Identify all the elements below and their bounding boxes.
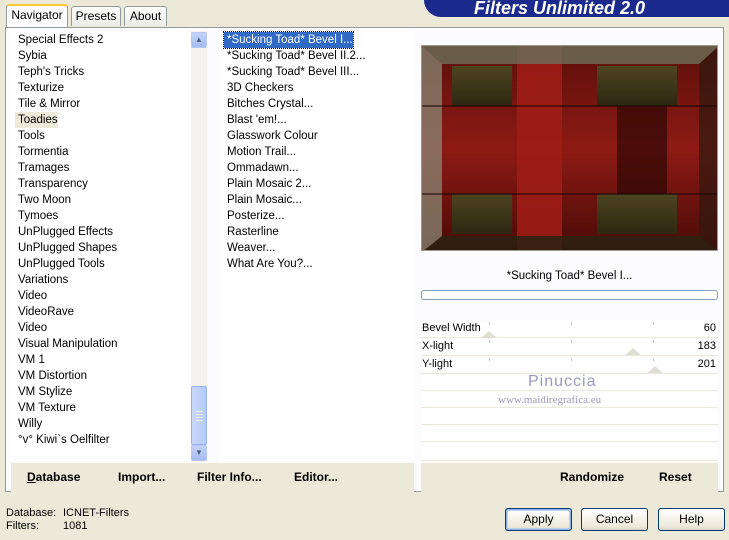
preview-image [421, 45, 718, 251]
param-value: 183 [697, 340, 716, 352]
app-title-banner: Filters Unlimited 2.0 [424, 0, 729, 17]
category-item[interactable]: Texturize [15, 80, 64, 96]
category-list[interactable]: Special Effects 2 Sybia Teph's Tricks Textu… [11, 31, 191, 462]
tab-presets[interactable]: Presets [71, 6, 121, 26]
param-label: Bevel Width [422, 322, 481, 334]
scroll-down-button[interactable]: ▼ [191, 445, 207, 461]
param-value: 201 [697, 358, 716, 370]
filter-item[interactable]: *Sucking Toad* Bevel II.2... [224, 48, 366, 64]
category-item[interactable]: UnPlugged Effects [15, 224, 113, 240]
app-title: Filters Unlimited 2.0 [474, 0, 646, 17]
filter-item[interactable]: Posterize... [224, 208, 285, 224]
slider-knob[interactable] [481, 331, 497, 338]
param-x-light[interactable]: X-light 183 [421, 339, 718, 356]
category-item[interactable]: Video [15, 288, 47, 304]
slider-tick [489, 322, 490, 325]
param-bevel-width[interactable]: Bevel Width 60 [421, 321, 718, 338]
category-item[interactable]: Special Effects 2 [15, 32, 103, 48]
filter-item[interactable]: Rasterline [224, 224, 279, 240]
param-row-empty [421, 426, 718, 442]
filter-item[interactable]: 3D Checkers [224, 80, 293, 96]
category-item[interactable]: Two Moon [15, 192, 71, 208]
category-item[interactable]: Transparency [15, 176, 88, 192]
editor-button[interactable]: Editor... [294, 470, 338, 484]
param-row-empty [421, 443, 718, 461]
slider-knob[interactable] [647, 366, 663, 373]
category-item[interactable]: VM Texture [15, 400, 76, 416]
help-button[interactable]: Help [658, 508, 725, 531]
left-button-bar: Database Import... Filter Info... Editor… [11, 463, 414, 492]
category-item[interactable]: Tormentia [15, 144, 69, 160]
param-label: X-light [422, 340, 454, 352]
preview-filter-name: *Sucking Toad* Bevel I... [506, 270, 633, 282]
slider-knob[interactable] [625, 348, 641, 355]
param-label: Y-light [422, 358, 453, 370]
slider-tick [489, 340, 490, 343]
filter-item[interactable]: *Sucking Toad* Bevel III... [224, 64, 359, 80]
watermark-name: Pinuccia [528, 373, 597, 390]
slider-tick [489, 358, 490, 361]
category-item[interactable]: Variations [15, 272, 68, 288]
category-item[interactable]: Sybia [15, 48, 47, 64]
category-item[interactable]: Willy [15, 416, 42, 432]
param-row-empty [421, 409, 718, 425]
scroll-up-button[interactable]: ▲ [191, 32, 207, 48]
filter-item[interactable]: Glasswork Colour [224, 128, 318, 144]
filter-item[interactable]: Plain Mosaic 2... [224, 176, 311, 192]
category-item[interactable]: VM 1 [15, 352, 45, 368]
reset-button[interactable]: Reset [659, 470, 692, 484]
param-y-light[interactable]: Y-light 201 [421, 357, 718, 374]
triangle-down-icon: ▼ [195, 448, 203, 457]
category-item[interactable]: Tools [15, 128, 45, 144]
filter-info-button[interactable]: Filter Info... [197, 470, 262, 484]
category-item[interactable]: Video [15, 320, 47, 336]
slider-tick [571, 358, 572, 361]
filter-item[interactable]: Plain Mosaic... [224, 192, 302, 208]
category-item[interactable]: VM Stylize [15, 384, 72, 400]
category-item[interactable]: VM Distortion [15, 368, 87, 384]
apply-button[interactable]: Apply [505, 508, 572, 531]
tab-about[interactable]: About [124, 6, 167, 26]
category-item[interactable]: Tramages [15, 160, 69, 176]
filter-item[interactable]: Bitches Crystal... [224, 96, 313, 112]
filter-item[interactable]: Ommadawn... [224, 160, 299, 176]
import-button[interactable]: Import... [118, 470, 165, 484]
tab-navigator[interactable]: Navigator [6, 4, 68, 27]
filter-item[interactable]: *Sucking Toad* Bevel I... [223, 31, 354, 49]
category-item[interactable]: Visual Manipulation [15, 336, 118, 352]
filter-item[interactable]: Motion Trail... [224, 144, 296, 160]
cancel-button[interactable]: Cancel [581, 508, 648, 531]
slider-tick [653, 358, 654, 361]
category-item[interactable]: °v° Kiwi`s Oelfilter [15, 432, 110, 448]
category-item[interactable]: Tile & Mirror [15, 96, 80, 112]
slider-tick [653, 322, 654, 325]
category-item[interactable]: UnPlugged Shapes [15, 240, 117, 256]
progress-bar [421, 290, 718, 300]
database-value: ICNET-Filters [63, 507, 129, 519]
param-value: 60 [703, 322, 716, 334]
slider-tick [653, 340, 654, 343]
category-item[interactable]: UnPlugged Tools [15, 256, 105, 272]
right-button-bar: Randomize Reset [421, 463, 718, 492]
scroll-thumb[interactable] [191, 386, 207, 445]
triangle-up-icon: ▲ [195, 35, 203, 44]
slider-tick [571, 322, 572, 325]
slider-tick [571, 340, 572, 343]
filter-item[interactable]: Blast 'em!... [224, 112, 287, 128]
filters-count: 1081 [63, 520, 88, 532]
filter-item[interactable]: Weaver... [224, 240, 275, 256]
category-item[interactable]: Teph's Tricks [15, 64, 84, 80]
filters-label: Filters: [6, 520, 39, 532]
category-item[interactable]: VideoRave [15, 304, 74, 320]
database-button[interactable]: Database [27, 470, 80, 484]
filter-list[interactable]: *Sucking Toad* Bevel I... *Sucking Toad* … [219, 31, 414, 462]
category-item[interactable]: Tymoes [15, 208, 58, 224]
category-item[interactable]: Toadies [15, 112, 58, 128]
randomize-button[interactable]: Randomize [560, 470, 624, 484]
database-label: Database: [6, 507, 57, 519]
watermark-url: www.maidiregrafica.eu [498, 394, 602, 406]
category-scrollbar[interactable]: ▲ ▼ [191, 31, 207, 462]
filter-item[interactable]: What Are You?... [224, 256, 313, 272]
